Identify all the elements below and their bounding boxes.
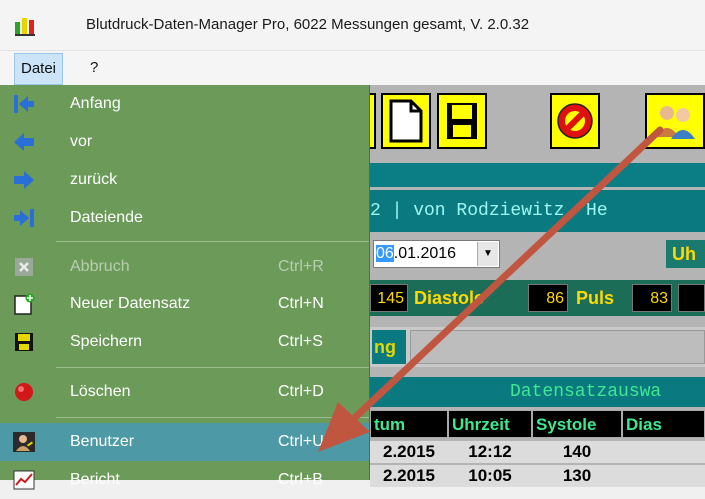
menu-item-label: vor bbox=[70, 133, 93, 150]
menu-item-label: zurück bbox=[70, 171, 118, 188]
record-selection-title: Datensatzauswa bbox=[370, 377, 705, 407]
title-bar: Blutdruck-Daten-Manager Pro, 6022 Messun… bbox=[0, 0, 705, 51]
new-document-icon bbox=[389, 99, 423, 143]
menu-item-shortcut: Ctrl+D bbox=[278, 383, 324, 400]
menu-help[interactable]: ? bbox=[84, 53, 104, 83]
cell-uhrzeit: 10:05 bbox=[468, 466, 512, 485]
arrow-left-icon bbox=[14, 133, 34, 151]
menu-item-vor[interactable]: vor bbox=[0, 123, 369, 161]
partial-field[interactable] bbox=[678, 284, 705, 312]
users-icon bbox=[655, 106, 695, 139]
menu-item-label: Speichern bbox=[70, 333, 143, 350]
user-icon bbox=[13, 432, 35, 452]
menu-item-speichern[interactable]: Speichern Ctrl+S bbox=[0, 323, 369, 361]
date-rest: .01.2016 bbox=[393, 245, 457, 262]
table-row[interactable]: 2.2015 12:12 140 bbox=[370, 441, 705, 463]
users-button[interactable] bbox=[645, 93, 705, 149]
menu-item-shortcut: Ctrl+R bbox=[278, 258, 324, 275]
table-header: tum Uhrzeit Systole Dias bbox=[370, 410, 705, 438]
menu-item-shortcut: Ctrl+U bbox=[278, 433, 324, 450]
cell-systole: 140 bbox=[562, 442, 592, 461]
floppy-icon bbox=[447, 103, 477, 139]
menu-item-bericht[interactable]: Bericht Ctrl+B bbox=[0, 461, 369, 499]
diastole-field[interactable]: 86 bbox=[528, 284, 568, 312]
cell-systole: 130 bbox=[562, 466, 592, 485]
save-button[interactable] bbox=[437, 93, 487, 149]
menu-item-label: Abbruch bbox=[70, 258, 130, 275]
menu-item-neuer-datensatz[interactable]: Neuer Datensatz Ctrl+N bbox=[0, 285, 369, 323]
arrow-right-icon bbox=[14, 171, 34, 189]
window-title: Blutdruck-Daten-Manager Pro, 6022 Messun… bbox=[86, 16, 530, 33]
abort-icon bbox=[15, 258, 33, 276]
no-entry-icon bbox=[557, 103, 593, 139]
patient-header: 2 | von Rodziewitz, He bbox=[370, 190, 705, 232]
col-datum[interactable]: tum bbox=[370, 410, 448, 438]
cancel-button[interactable] bbox=[550, 93, 600, 149]
cell-uhrzeit: 12:12 bbox=[468, 442, 512, 461]
last-record-icon bbox=[14, 209, 34, 227]
values-row: 145 Diastole 86 Puls 83 bbox=[370, 280, 705, 316]
menu-item-benutzer[interactable]: Benutzer Ctrl+U bbox=[0, 423, 369, 461]
app-icon bbox=[15, 18, 35, 36]
col-uhrzeit[interactable]: Uhrzeit bbox=[448, 410, 532, 438]
menu-item-abbruch: Abbruch Ctrl+R bbox=[0, 248, 369, 286]
floppy-icon bbox=[15, 333, 33, 351]
teal-band bbox=[370, 163, 705, 187]
col-diastole[interactable]: Dias bbox=[622, 410, 705, 438]
menu-item-label: Bericht bbox=[70, 471, 120, 488]
table-row[interactable]: 2.2015 10:05 130 bbox=[370, 465, 705, 487]
menu-item-loeschen[interactable]: Löschen Ctrl+D bbox=[0, 373, 369, 411]
new-document-button[interactable] bbox=[381, 93, 431, 149]
menu-item-shortcut: Ctrl+S bbox=[278, 333, 323, 350]
date-picker[interactable]: 06.01.2016 ▼ bbox=[373, 240, 500, 268]
note-field[interactable] bbox=[410, 330, 705, 364]
report-icon bbox=[13, 470, 35, 490]
note-row: ng bbox=[370, 327, 705, 367]
menu-separator bbox=[56, 241, 369, 242]
cell-diastole bbox=[622, 465, 705, 487]
chevron-down-icon[interactable]: ▼ bbox=[477, 242, 498, 266]
menu-item-dateiende[interactable]: Dateiende bbox=[0, 199, 369, 237]
menu-item-shortcut: Ctrl+N bbox=[278, 295, 324, 312]
systole-field[interactable]: 145 bbox=[370, 284, 408, 312]
date-selected-part: 06 bbox=[376, 245, 394, 262]
puls-label: Puls bbox=[576, 288, 615, 308]
diastole-label: Diastole bbox=[414, 288, 485, 308]
menu-datei[interactable]: Datei bbox=[14, 53, 64, 85]
menubar: Datei ? bbox=[0, 51, 705, 85]
menu-item-zurueck[interactable]: zurück bbox=[0, 161, 369, 199]
menu-item-label: Neuer Datensatz bbox=[70, 295, 191, 312]
cell-diastole bbox=[622, 441, 705, 463]
delete-icon bbox=[15, 383, 33, 401]
new-record-icon bbox=[14, 293, 35, 315]
menu-separator bbox=[56, 367, 369, 368]
uhrzeit-label: Uh bbox=[666, 240, 705, 268]
note-label: ng bbox=[372, 330, 406, 364]
cell-datum: 2.2015 bbox=[383, 442, 435, 461]
cell-datum: 2.2015 bbox=[383, 466, 435, 485]
first-record-icon bbox=[14, 95, 34, 113]
puls-field[interactable]: 83 bbox=[632, 284, 672, 312]
menu-item-label: Löschen bbox=[70, 383, 131, 400]
menu-item-shortcut: Ctrl+B bbox=[278, 471, 323, 488]
menu-item-anfang[interactable]: Anfang bbox=[0, 85, 369, 123]
col-systole[interactable]: Systole bbox=[532, 410, 622, 438]
menu-item-label: Benutzer bbox=[70, 433, 135, 450]
menu-item-label: Dateiende bbox=[70, 209, 143, 226]
file-menu: Anfang vor zurück Dateiende Abbruch Ctrl… bbox=[0, 85, 370, 490]
menu-item-label: Anfang bbox=[70, 95, 121, 112]
menu-separator bbox=[56, 417, 369, 418]
